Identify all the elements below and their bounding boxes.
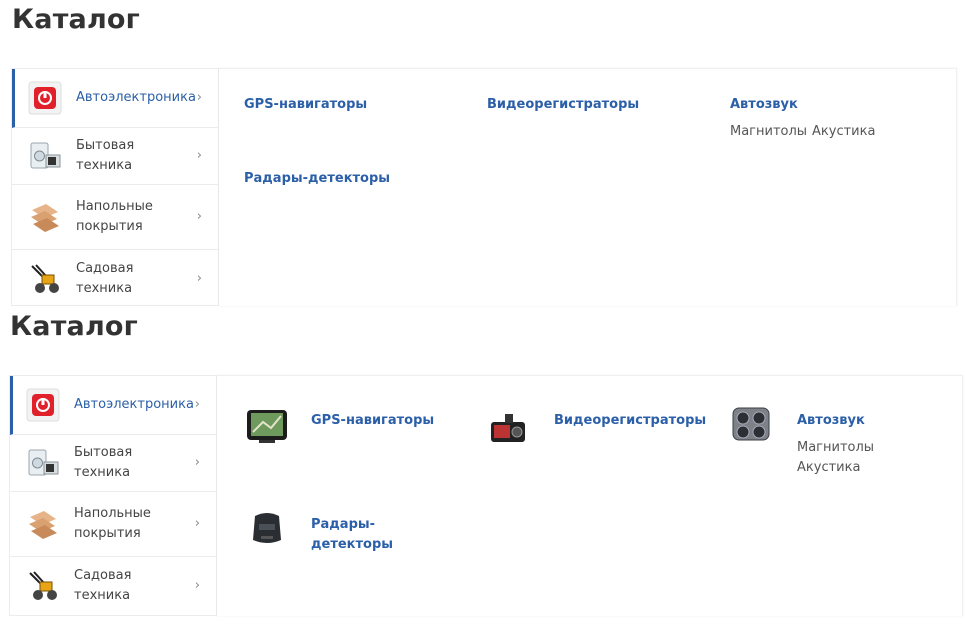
sidebar-item-appliances[interactable]: Бытовая техника › xyxy=(10,435,216,492)
sidebar: Автоэлектроника › Бытовая техника › Напо… xyxy=(11,68,219,306)
flooring-icon xyxy=(28,200,62,234)
sidebar-item-label: Автоэлектроника xyxy=(76,90,196,105)
sidebar-item-label: Напольные покрытия xyxy=(76,199,153,234)
sidebar-item-flooring[interactable]: Напольные покрытия › xyxy=(12,185,218,250)
sidebar-item-garden[interactable]: Садовая техника › xyxy=(12,250,218,307)
sidebar-item-appliances[interactable]: Бытовая техника › xyxy=(12,128,218,185)
chevron-right-icon: › xyxy=(196,270,202,286)
appliances-icon xyxy=(28,139,62,173)
category-label-line: детекторы xyxy=(311,537,394,552)
chevron-right-icon: › xyxy=(194,397,200,412)
radar-detector-icon[interactable] xyxy=(245,506,289,550)
category-dashcams[interactable]: Видеорегистраторы xyxy=(487,95,639,115)
flooring-icon xyxy=(26,507,60,541)
gps-navigator-icon[interactable] xyxy=(245,402,289,446)
category-car-audio[interactable]: Автозвук xyxy=(730,95,798,115)
sidebar: Автоэлектроника › Бытовая техника › Напо… xyxy=(9,375,217,616)
sidebar-item-label: Бытовая техника xyxy=(76,138,135,173)
sidebar-item-autoelectronics[interactable]: Автоэлектроника › xyxy=(12,69,218,128)
catalog-block-text: Каталог Автоэлектроника › Бытовая техник… xyxy=(0,0,966,306)
category-radar-detectors[interactable]: Радары-детекторы xyxy=(244,169,390,189)
category-radar-detectors[interactable]: Радары- детекторы xyxy=(311,515,393,555)
category-gps[interactable]: GPS-навигаторы xyxy=(311,411,434,431)
page-title: Каталог xyxy=(12,4,140,35)
appliances-icon xyxy=(26,446,60,480)
sidebar-item-flooring[interactable]: Напольные покрытия › xyxy=(10,492,216,557)
subcategory-speakers[interactable]: Акустика xyxy=(812,122,875,142)
category-label-line: Радары- xyxy=(311,517,376,532)
car-audio-icon xyxy=(28,81,62,115)
category-car-audio[interactable]: Автозвук xyxy=(797,411,865,431)
catalog-panel: Автоэлектроника › Бытовая техника › Напо… xyxy=(11,68,957,306)
category-panel: GPS-навигаторы Видеорегистраторы Автозву… xyxy=(217,375,963,616)
subcategory-head-units[interactable]: Магнитолы xyxy=(797,438,874,458)
category-dashcams[interactable]: Видеорегистраторы xyxy=(554,411,706,431)
chevron-right-icon: › xyxy=(194,455,200,470)
chevron-right-icon: › xyxy=(194,577,200,593)
chevron-right-icon: › xyxy=(196,209,202,224)
category-gps[interactable]: GPS-навигаторы xyxy=(244,95,367,115)
sidebar-item-label: Садовая техника xyxy=(74,567,132,603)
subcategory-speakers[interactable]: Акустика xyxy=(797,458,860,478)
page-title: Каталог xyxy=(10,311,138,342)
sidebar-item-label: Напольные покрытия xyxy=(74,506,151,541)
chevron-right-icon: › xyxy=(196,148,202,163)
chevron-right-icon: › xyxy=(194,516,200,531)
dashcam-icon[interactable] xyxy=(487,406,531,450)
sidebar-item-label: Автоэлектроника xyxy=(74,397,194,412)
sidebar-item-label: Бытовая техника xyxy=(74,445,133,480)
subcategory-head-units[interactable]: Магнитолы xyxy=(730,122,807,142)
sidebar-item-label: Садовая техника xyxy=(76,260,134,296)
car-audio-icon xyxy=(26,388,60,422)
sidebar-item-garden[interactable]: Садовая техника › xyxy=(10,557,216,614)
sidebar-item-autoelectronics[interactable]: Автоэлектроника › xyxy=(10,376,216,435)
catalog-panel: Автоэлектроника › Бытовая техника › Напо… xyxy=(9,375,963,616)
garden-tiller-icon xyxy=(28,262,62,296)
category-panel: GPS-навигаторы Видеорегистраторы Автозву… xyxy=(219,68,957,306)
chevron-right-icon: › xyxy=(196,90,202,105)
garden-tiller-icon xyxy=(26,569,60,603)
car-speaker-icon[interactable] xyxy=(729,402,773,446)
catalog-block-images: Каталог Автоэлектроника › Бытовая техник… xyxy=(0,306,966,634)
